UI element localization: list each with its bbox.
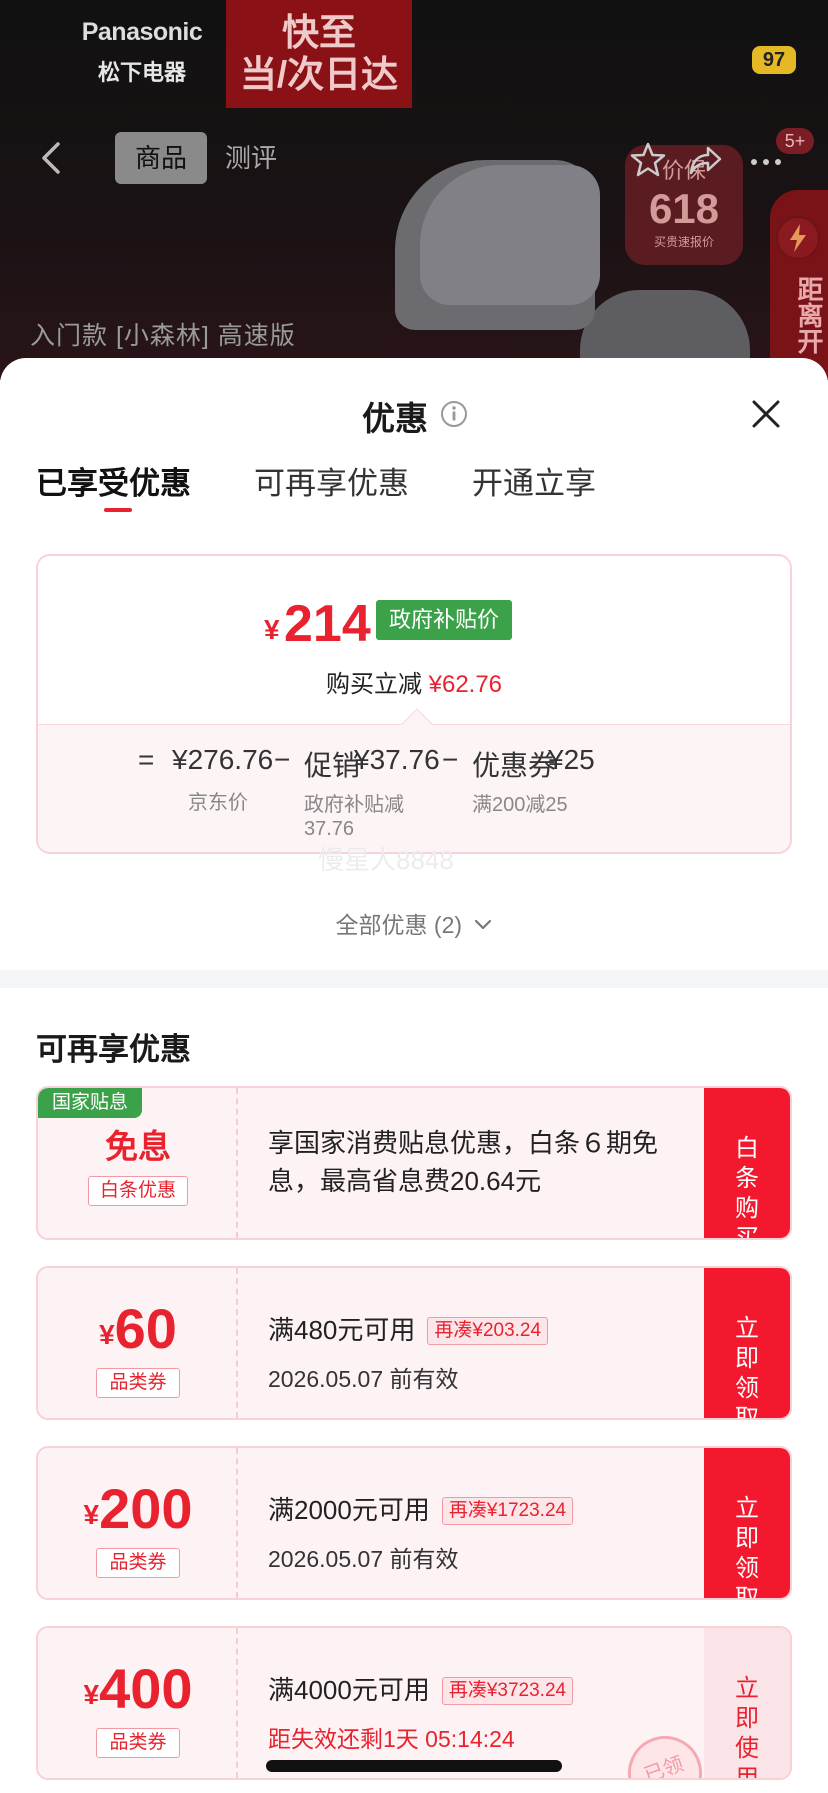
coupon-amount: ¥60	[38, 1296, 238, 1361]
interest-free-card[interactable]: 国家贴息 免息 白条优惠 享国家消费贴息优惠，白条６期免息，最高省息费20.64…	[36, 1086, 792, 1240]
promo-value: ¥37.76	[354, 744, 440, 775]
coupon-note: 满200减25	[472, 794, 568, 816]
coupon-amount-value: 400	[99, 1657, 193, 1720]
sheet-header: 优惠	[0, 358, 828, 468]
tab-activate-offers[interactable]: 开通立享	[472, 458, 596, 503]
coupon-currency: ¥	[83, 1499, 100, 1530]
add-more-tag: 再凑¥3723.24	[441, 1677, 574, 1705]
tab-review[interactable]: 测评	[225, 132, 277, 184]
coupon-countdown: 距失效还剩1天 05:14:24	[268, 1726, 515, 1752]
product-image-highlight	[420, 165, 600, 305]
price-summary-card: ¥ 214 政府补贴价 购买立减 ¥62.76 = ¥276.76 − 促销 ¥…	[36, 554, 792, 854]
tab-goods[interactable]: 商品	[115, 132, 207, 184]
active-tab-indicator	[104, 508, 132, 512]
brand-name-en: Panasonic	[81, 18, 203, 46]
coupon-label: 优惠券	[472, 750, 557, 781]
brand-logo: Panasonic 松下电器	[58, 18, 226, 106]
national-subsidy-tag: 国家贴息	[38, 1088, 142, 1118]
coupon-value: ¥25	[548, 744, 595, 775]
coupon-condition: 满2000元可用	[268, 1495, 430, 1525]
section-divider	[0, 970, 828, 988]
minus-sign-2: −	[442, 744, 459, 775]
more-badge: 5+	[776, 128, 814, 154]
gov-subsidy-tag: 政府补贴价	[376, 600, 512, 640]
claim-coupon-button[interactable]: 立即领取	[704, 1268, 790, 1418]
more-offers-title: 可再享优惠	[36, 1032, 191, 1067]
use-coupon-button[interactable]: 立即使用	[704, 1628, 790, 1778]
brand-name-zh: 松下电器	[97, 60, 186, 85]
category-coupon-tag: 品类券	[96, 1728, 180, 1758]
lightning-icon	[776, 216, 820, 260]
add-more-tag: 再凑¥203.24	[427, 1317, 549, 1345]
interest-free-desc: 享国家消费贴息优惠，白条６期免息，最高省息费20.64元	[268, 1128, 659, 1196]
coupon-amount-value: 60	[114, 1297, 177, 1360]
summary-top: ¥ 214 政府补贴价 购买立减 ¥62.76	[38, 556, 790, 724]
promo-note-line-1: 政府补贴减	[304, 794, 404, 816]
final-price-currency: ¥	[264, 614, 280, 645]
chevron-down-icon	[475, 919, 492, 930]
share-icon[interactable]	[686, 140, 726, 180]
coupon-amount: ¥400	[38, 1656, 238, 1721]
minus-sign-1: −	[274, 744, 291, 775]
category-coupon-tag: 品类券	[96, 1548, 180, 1578]
info-icon[interactable]	[440, 400, 468, 428]
close-icon[interactable]	[748, 396, 784, 432]
tab-enjoyed-offers[interactable]: 已享受优惠	[36, 458, 191, 503]
seal-line-3: 买贵速报价	[653, 235, 714, 249]
reduce-label: 购买立减	[325, 671, 422, 698]
claimed-stamp-text: 已领	[641, 1753, 687, 1780]
promo-label: 促销	[304, 750, 361, 781]
coupon-condition-row: 满4000元可用 再凑¥3723.24	[268, 1670, 574, 1707]
claim-coupon-button[interactable]: 立即领取	[704, 1448, 790, 1598]
baitiao-buy-button[interactable]: 白条购买	[704, 1088, 790, 1238]
coupon-amount: ¥200	[38, 1476, 238, 1541]
final-price-value: 214	[284, 595, 371, 653]
coupon-condition-row: 满480元可用 再凑¥203.24	[268, 1310, 549, 1347]
coupon-left: ¥60 品类券	[38, 1268, 238, 1418]
all-offers-toggle[interactable]: 全部优惠 (2)	[0, 906, 828, 940]
user-watermark: 慢星人8848	[318, 845, 454, 875]
add-more-tag: 再凑¥1723.24	[441, 1497, 574, 1525]
chevron-left-icon[interactable]	[38, 140, 68, 176]
coupon-left: ¥400 品类券	[38, 1628, 238, 1778]
interest-free-title: 免息	[105, 1128, 171, 1165]
tab-more-offers[interactable]: 可再享优惠	[254, 458, 409, 503]
coupon-condition-row: 满2000元可用 再凑¥1723.24	[268, 1490, 574, 1527]
interest-free-left: 国家贴息 免息 白条优惠	[38, 1088, 238, 1238]
category-coupon-tag: 品类券	[96, 1368, 180, 1398]
offers-sheet: 优惠 已享受优惠 可再享优惠 开通立享 ¥ 214 政府补贴价 购买立减 ¥62…	[0, 358, 828, 1793]
coupon-card[interactable]: ¥60 品类券 满480元可用 再凑¥203.24 2026.05.07 前有效 …	[36, 1266, 792, 1420]
delivery-line-2: 当/次日达	[239, 54, 399, 95]
coupon-condition: 满480元可用	[268, 1315, 416, 1345]
coupon-validity: 2026.05.07 前有效	[268, 1546, 459, 1572]
message-count-badge[interactable]: 97	[752, 46, 796, 74]
coupon-amount-value: 200	[99, 1477, 193, 1540]
product-caption: 入门款 [小森林] 高速版	[30, 322, 296, 350]
price-formula: = ¥276.76 − 促销 ¥37.76 − 优惠券 ¥25 京东价 政府补贴…	[38, 744, 790, 840]
coupon-condition: 满4000元可用	[268, 1675, 430, 1705]
jd-price: ¥276.76	[172, 744, 274, 775]
instant-reduction: 购买立减 ¥62.76	[38, 664, 790, 699]
jd-price-label: 京东价	[188, 792, 248, 814]
coupon-currency: ¥	[99, 1319, 115, 1350]
star-icon[interactable]	[628, 140, 668, 180]
coupon-left: ¥200 品类券	[38, 1448, 238, 1598]
claimed-stamp: 已领	[617, 1725, 713, 1780]
coupon-card[interactable]: ¥200 品类券 满2000元可用 再凑¥1723.24 2026.05.07 前…	[36, 1446, 792, 1600]
equals-sign: =	[138, 744, 155, 775]
delivery-line-1: 快至	[282, 12, 356, 53]
product-page-background: Panasonic 松下电器 快至 当/次日达 97 商品 测评 价保 618 …	[0, 0, 828, 380]
baitiao-tag: 白条优惠	[88, 1176, 188, 1206]
coupon-currency: ¥	[83, 1679, 100, 1710]
seal-line-2: 618	[648, 185, 720, 232]
promo-note-line-2: 37.76	[304, 818, 355, 840]
delivery-banner: 快至 当/次日达	[226, 0, 412, 108]
reduce-value: ¥62.76	[428, 671, 503, 698]
sheet-title: 优惠	[362, 400, 428, 437]
all-offers-label: 全部优惠 (2)	[335, 912, 463, 938]
coupon-validity: 2026.05.07 前有效	[268, 1366, 459, 1392]
home-indicator	[266, 1760, 562, 1772]
coupon-card[interactable]: ¥400 品类券 满4000元可用 再凑¥3723.24 距失效还剩1天 05:1…	[36, 1626, 792, 1780]
